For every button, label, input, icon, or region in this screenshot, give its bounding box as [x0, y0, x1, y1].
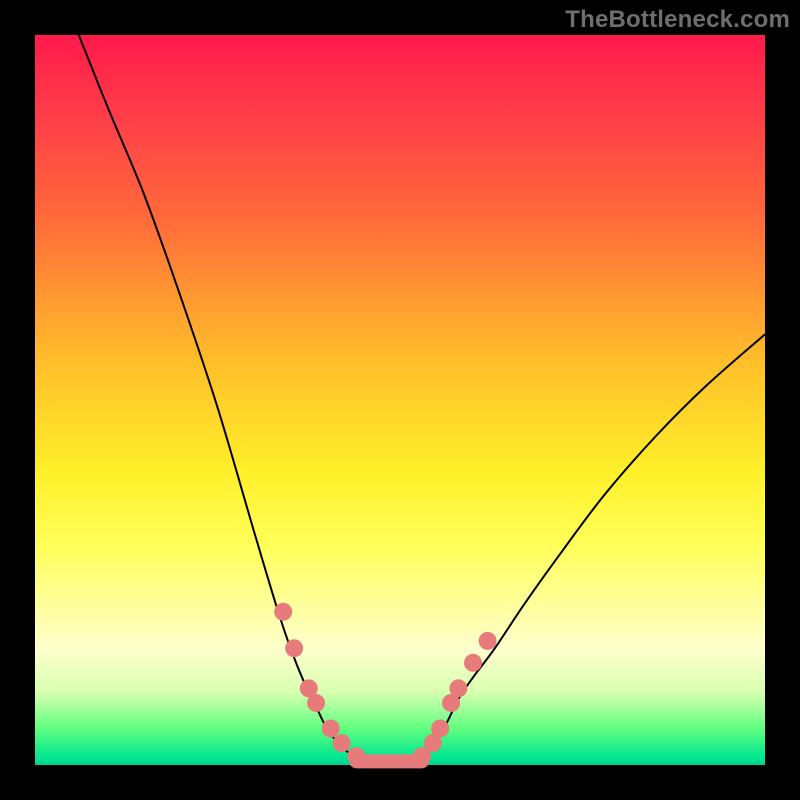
chart-container: TheBottleneck.com	[0, 0, 800, 800]
chart-svg	[35, 35, 765, 765]
data-marker	[285, 639, 303, 657]
data-marker	[449, 679, 467, 697]
data-marker	[479, 632, 497, 650]
data-marker	[347, 747, 365, 765]
plot-area	[35, 35, 765, 765]
watermark-text: TheBottleneck.com	[565, 6, 790, 34]
data-marker	[431, 720, 449, 738]
data-marker	[333, 734, 351, 752]
left-curve	[79, 35, 364, 761]
data-marker	[274, 603, 292, 621]
data-marker	[307, 694, 325, 712]
data-marker	[322, 720, 340, 738]
markers-right	[413, 632, 497, 765]
markers-left	[274, 603, 365, 766]
right-curve	[415, 334, 765, 761]
data-marker	[464, 654, 482, 672]
